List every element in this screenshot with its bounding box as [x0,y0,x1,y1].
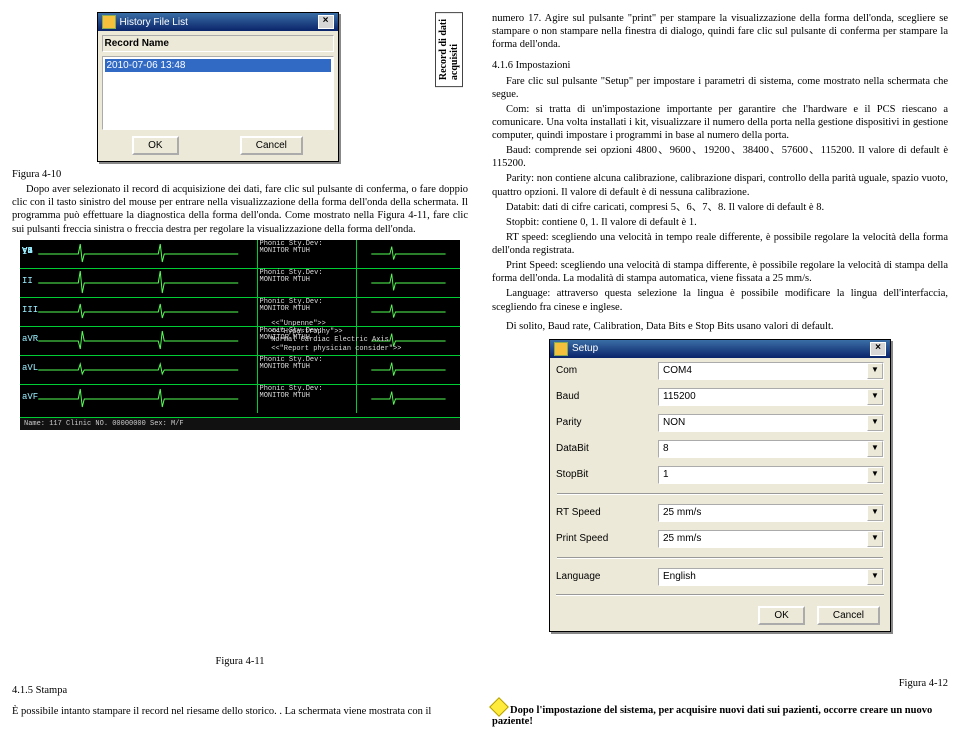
ecg-info-II: Phonic Sty.Dev: MONITOR MTUH [258,269,358,297]
chevron-down-icon[interactable]: ▼ [867,569,883,585]
section-4-1-5-heading: 4.1.5 Stampa [12,685,468,696]
com-combobox[interactable]: COM4▼ [658,362,884,380]
chevron-down-icon[interactable]: ▼ [867,415,883,431]
printspeed-combobox[interactable]: 25 mm/s▼ [658,530,884,548]
impostazioni-p10: Di solito, Baud rate, Calibration, Data … [492,320,948,333]
ecg-lead-III: III [20,298,258,326]
ecg-lead-II: II [20,269,258,297]
rtspeed-label: RT Speed [550,500,652,526]
chevron-down-icon[interactable]: ▼ [867,363,883,379]
impostazioni-p4: Parity: non contiene alcuna calibrazione… [492,172,948,198]
ecg-lead-I: I [20,240,258,268]
ecg-lead-aVR: aVR [20,327,258,355]
impostazioni-p6: Stopbit: contiene 0, 1. Il valore di def… [492,216,948,229]
acquired-data-label-box: Record di dati acquisiti [429,12,468,87]
ecg-display: I Phonic Sty.Dev: MONITOR MTUH V1 II Pho… [20,240,460,430]
impostazioni-p5: Databit: dati di cifre caricati, compres… [492,201,948,214]
warning-icon [489,697,509,717]
setup-ok-button[interactable]: OK [758,606,804,625]
cancel-button[interactable]: Cancel [240,136,303,155]
rtspeed-combobox[interactable]: 25 mm/s▼ [658,504,884,522]
setup-title: Setup [572,343,598,354]
chevron-down-icon[interactable]: ▼ [867,441,883,457]
stopbit-combobox[interactable]: 1▼ [658,466,884,484]
impostazioni-p9: Language: attraverso questa selezione la… [492,287,948,313]
ecg-info-aVL: Phonic Sty.Dev: MONITOR MTUH [258,356,358,384]
impostazioni-p8: Print Speed: scegliendo una velocità di … [492,259,948,285]
ecg-lead-V5: V5 [357,356,460,384]
setup-close-icon[interactable]: × [870,342,886,356]
ecg-lead-aVF: aVF [20,385,258,413]
figure-4-10-caption: Figura 4-10 [12,168,468,181]
history-row-selected[interactable]: 2010-07-06 13:48 [105,59,331,72]
baud-label: Baud [550,384,652,410]
separator [556,594,884,596]
impostazioni-p1: Fare clic sul pulsante "Setup" per impos… [492,75,948,101]
setup-titlebar: Setup × [550,340,890,358]
ok-button[interactable]: OK [132,136,178,155]
ecg-diagnosis-box: <<"Unpenne">> <<"Hypertrophy">> Normal C… [271,320,456,354]
ecg-info-I: Phonic Sty.Dev: MONITOR MTUH [258,240,358,268]
ecg-lead-V2: V2 [357,269,460,297]
acquired-data-label-1: Record di dati acquisiti [435,12,463,87]
stopbit-label: StopBit [550,462,652,488]
chevron-down-icon[interactable]: ▼ [867,389,883,405]
section-4-1-6-heading: 4.1.6 Impostazioni [492,59,948,72]
impostazioni-p2: Com: si tratta di un'impostazione import… [492,103,948,142]
warning-note: Dopo l'impostazione del sistema, per acq… [492,699,948,727]
figure-4-12-caption: Figura 4-12 [492,678,948,689]
separator [557,493,883,495]
chevron-down-icon[interactable]: ▼ [867,505,883,521]
ecg-lead-V6: V6 [357,385,460,413]
databit-combobox[interactable]: 8▼ [658,440,884,458]
language-label: Language [550,564,652,590]
history-file-list-window: History File List × Record Name 2010-07-… [97,12,339,162]
history-window-title: History File List [120,17,188,28]
ecg-info-aVF: Phonic Sty.Dev: MONITOR MTUH [258,385,358,413]
ecg-lead-aVL: aVL [20,356,258,384]
stampa-text: È possibile intanto stampare il record n… [12,706,468,717]
figure-4-11-caption: Figura 4-11 [12,656,468,667]
figure-4-10-text: Dopo aver selezionato il record di acqui… [12,183,468,236]
history-col1-header: Record Name [105,38,169,49]
chevron-down-icon[interactable]: ▼ [867,531,883,547]
parity-label: Parity [550,410,652,436]
setup-cancel-button[interactable]: Cancel [817,606,880,625]
history-column-header: Record Name [102,35,334,52]
separator [557,557,883,559]
language-combobox[interactable]: English▼ [658,568,884,586]
impostazioni-p3: Baud: comprende sei opzioni 4800、9600、19… [492,144,948,170]
setup-window: Setup × Com COM4▼ Baud 115200▼ Parity NO… [549,339,891,632]
history-window-titlebar: History File List × [98,13,338,31]
close-icon[interactable]: × [318,15,334,29]
ecg-lead-V1: V1 [357,240,460,268]
parity-combobox[interactable]: NON▼ [658,414,884,432]
databit-label: DataBit [550,436,652,462]
baud-combobox[interactable]: 115200▼ [658,388,884,406]
impostazioni-p7: RT speed: scegliendo una velocità in tem… [492,231,948,257]
history-list-body[interactable]: 2010-07-06 13:48 [102,56,334,130]
ecg-status-bar: Name: 117 Clinic NO. 00000000 Sex: M/F [20,417,460,430]
window-app-icon [102,15,116,29]
printspeed-label: Print Speed [550,526,652,552]
right-intro-paragraph: numero 17. Agire sul pulsante "print" pe… [492,12,948,51]
com-label: Com [550,358,652,384]
setup-app-icon [554,342,568,356]
chevron-down-icon[interactable]: ▼ [867,467,883,483]
